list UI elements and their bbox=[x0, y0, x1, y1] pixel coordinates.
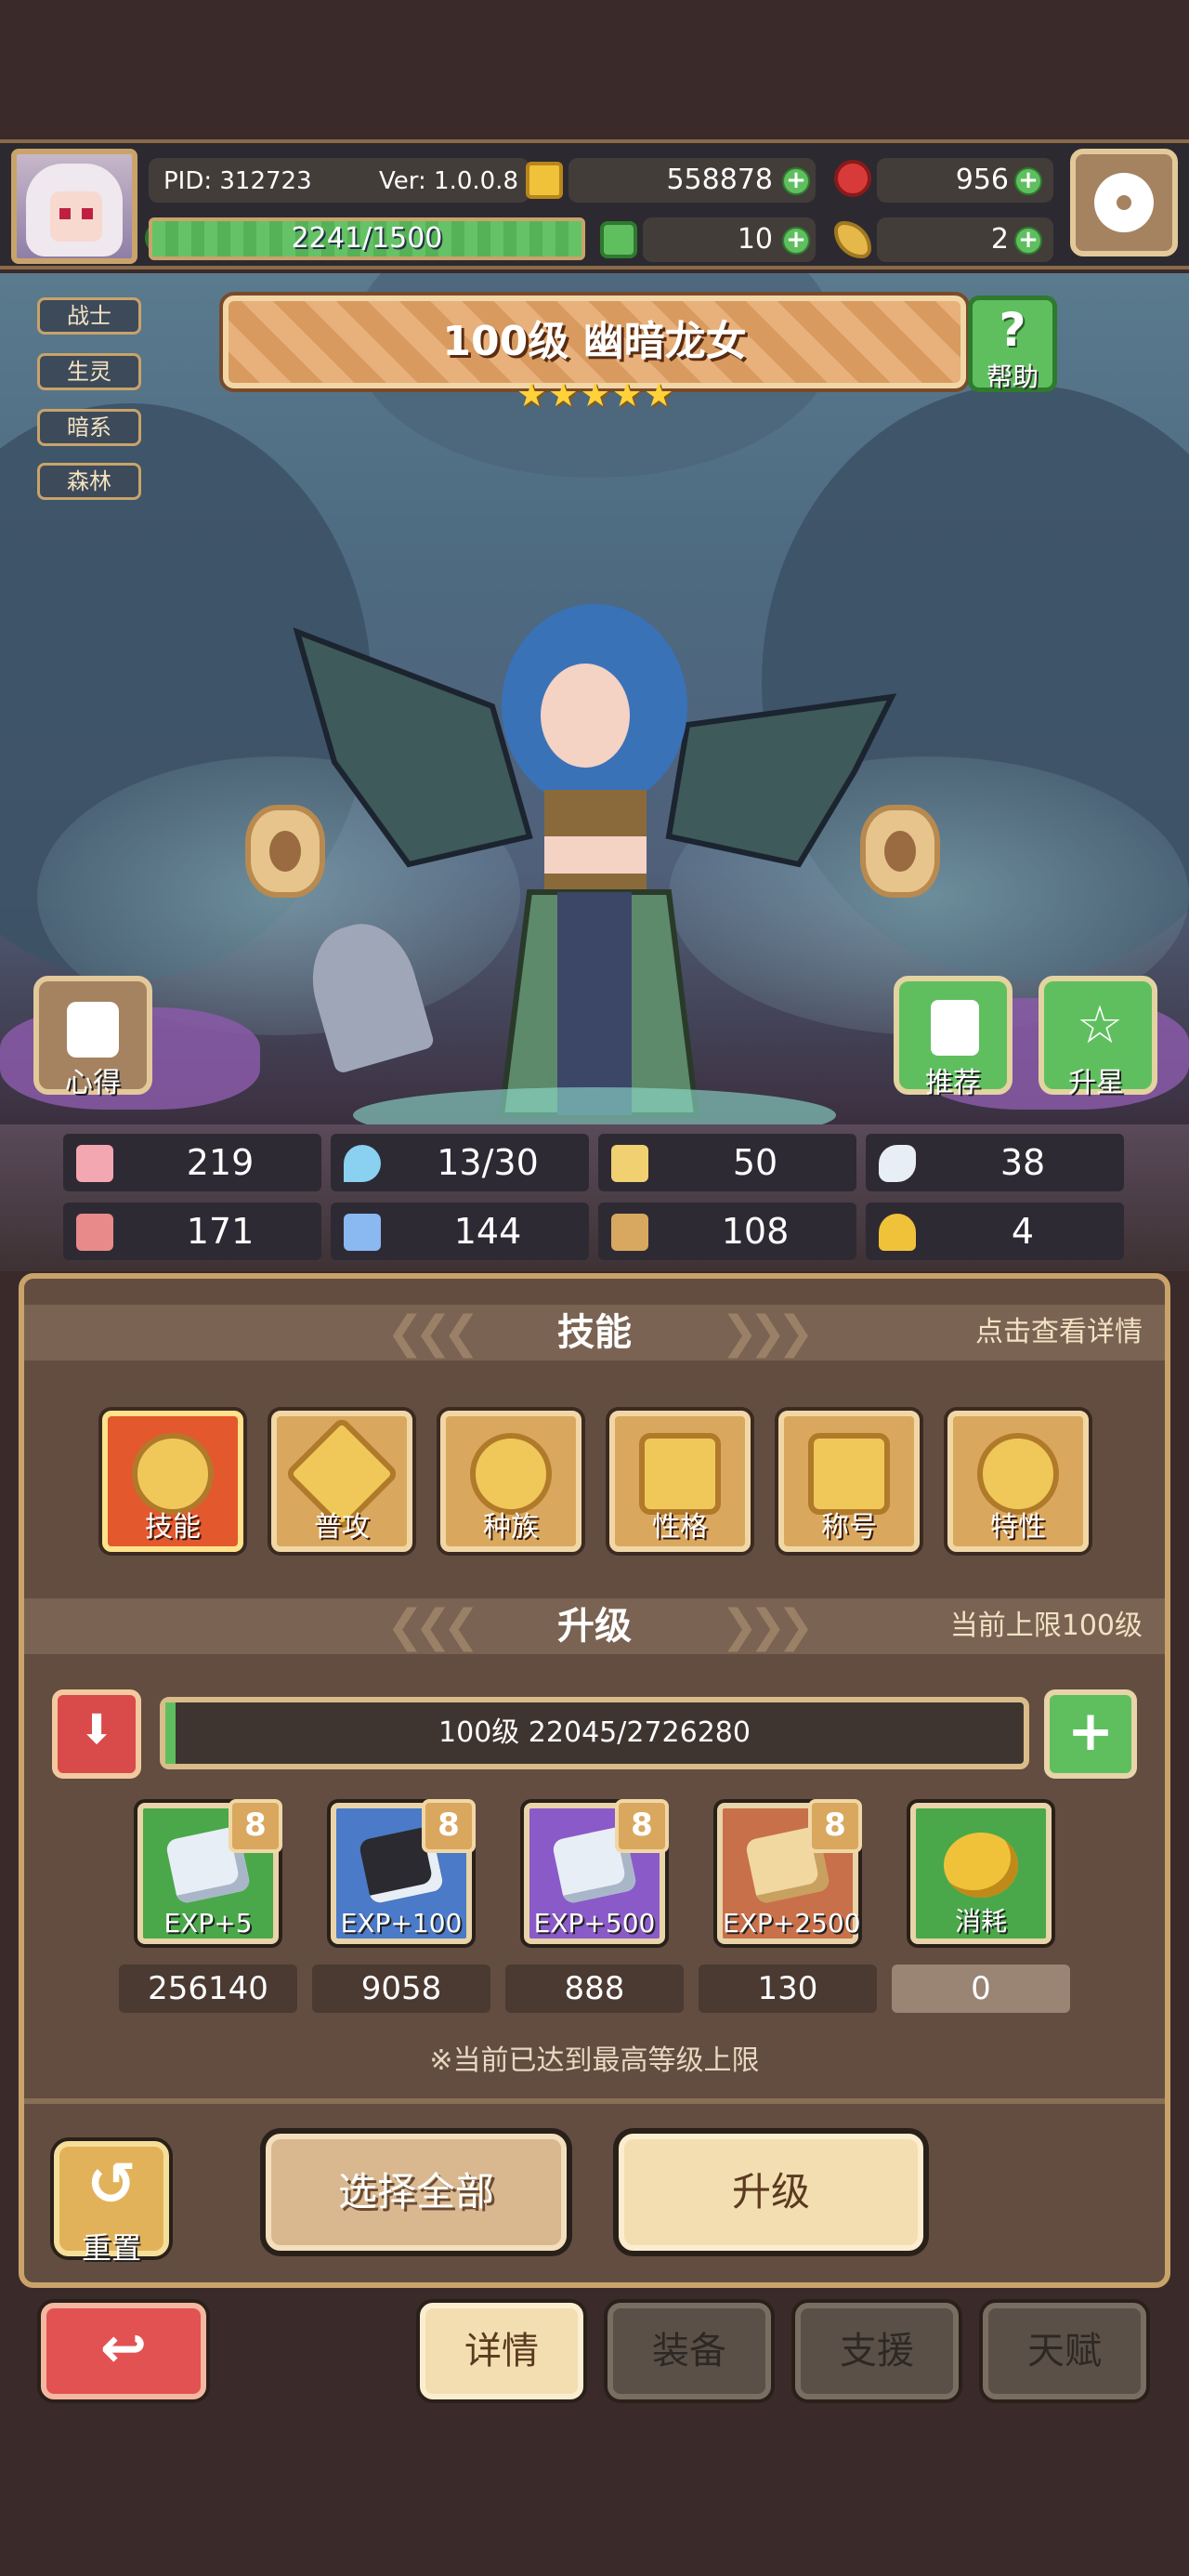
exp-item-huge-count: 130 bbox=[699, 1965, 877, 2013]
fish-amount: 2 bbox=[990, 223, 1009, 256]
settings-button[interactable] bbox=[1070, 149, 1178, 256]
star-icon: ☆ bbox=[1076, 995, 1124, 1056]
tab-equipment[interactable]: 装备 bbox=[608, 2303, 771, 2399]
select-all-button[interactable]: 选择全部 bbox=[266, 2134, 567, 2251]
gold-coin-icon bbox=[944, 1833, 1018, 1898]
hero-name: 100级 幽暗龙女 bbox=[442, 318, 747, 365]
tag-class: 战士 bbox=[37, 297, 141, 335]
exp-item-small[interactable]: EXP+5 bbox=[137, 1799, 282, 1944]
stat-luck: 4 bbox=[866, 1203, 1124, 1260]
add-gem-button[interactable]: + bbox=[1014, 167, 1042, 195]
skill-card-title[interactable]: 称号 bbox=[778, 1411, 920, 1552]
exp-item-large-count: 888 bbox=[505, 1965, 684, 2013]
exp-item-huge[interactable]: EXP+2500 bbox=[717, 1799, 862, 1944]
star-icon: ★ bbox=[516, 376, 547, 414]
level-cap-hint: 当前上限100级 bbox=[949, 1610, 1143, 1642]
upgrade-button[interactable]: 升级 bbox=[619, 2134, 923, 2251]
skills-section-hint[interactable]: 点击查看详情 bbox=[975, 1305, 1143, 1360]
add-fish-button[interactable]: + bbox=[1014, 227, 1042, 255]
player-avatar[interactable] bbox=[11, 149, 137, 264]
ruby-icon bbox=[834, 160, 871, 197]
star-icon: ★ bbox=[580, 376, 610, 414]
exp-item-medium-count: 9058 bbox=[312, 1965, 490, 2013]
player-id: PID: 312723 bbox=[163, 167, 312, 195]
game-version: Ver: 1.0.0.8 bbox=[379, 167, 518, 195]
exp-item-medium[interactable]: EXP+100 bbox=[331, 1799, 476, 1944]
player-exp-text: 2241/1500 bbox=[291, 222, 443, 255]
fist-icon bbox=[76, 1214, 113, 1251]
add-clover-button[interactable]: + bbox=[782, 227, 810, 255]
shield-icon bbox=[611, 1145, 648, 1182]
tag-element: 暗系 bbox=[37, 409, 141, 446]
horseshoe-icon bbox=[879, 1214, 916, 1251]
water-drop-icon bbox=[344, 1145, 381, 1182]
level-exp-bar: 100级 22045/2726280 bbox=[160, 1697, 1029, 1769]
level-up-button[interactable] bbox=[1044, 1689, 1137, 1779]
skill-card-trait[interactable]: 特性 bbox=[947, 1411, 1089, 1552]
stairs-icon bbox=[611, 1214, 648, 1251]
tab-details[interactable]: 详情 bbox=[420, 2303, 583, 2399]
tab-support[interactable]: 支援 bbox=[795, 2303, 959, 2399]
pot-icon bbox=[67, 1002, 119, 1058]
dragon-girl-sprite bbox=[293, 604, 897, 1134]
tag-habitat: 森林 bbox=[37, 463, 141, 500]
add-gold-button[interactable]: + bbox=[782, 167, 810, 195]
tag-race: 生灵 bbox=[37, 353, 141, 390]
question-icon: ? bbox=[999, 303, 1026, 357]
stat-mana: 13/30 bbox=[331, 1134, 589, 1191]
skill-card-race[interactable]: 种族 bbox=[440, 1411, 581, 1552]
skill-card-skill[interactable]: 技能 bbox=[102, 1411, 243, 1552]
prev-hero-button[interactable] bbox=[245, 805, 325, 898]
next-hero-button[interactable] bbox=[860, 805, 940, 898]
hero-star-rating: ★ ★ ★ ★ ★ bbox=[516, 377, 674, 414]
stat-attack: 171 bbox=[63, 1203, 321, 1260]
heart-icon bbox=[76, 1145, 113, 1182]
tab-talent[interactable]: 天赋 bbox=[983, 2303, 1146, 2399]
clover-icon bbox=[600, 221, 637, 258]
star-icon: ★ bbox=[548, 376, 579, 414]
exp-item-large[interactable]: EXP+500 bbox=[524, 1799, 669, 1944]
thumbs-up-icon bbox=[931, 1000, 979, 1056]
stat-magic: 144 bbox=[331, 1203, 589, 1260]
wing-icon bbox=[879, 1145, 916, 1182]
gear-icon bbox=[1100, 178, 1148, 227]
gold-amount: 558878 bbox=[666, 164, 773, 196]
level-down-button[interactable] bbox=[52, 1689, 141, 1779]
reset-label: 重置 bbox=[81, 2230, 141, 2266]
max-level-note: ※当前已达到最高等级上限 bbox=[429, 2044, 760, 2077]
divider bbox=[24, 2098, 1165, 2104]
stat-defense: 50 bbox=[598, 1134, 856, 1191]
star-up-label: 升星 bbox=[1068, 1067, 1124, 1099]
skill-card-personality[interactable]: 性格 bbox=[609, 1411, 751, 1552]
hero-stats: 219 13/30 50 38 171 144 108 4 bbox=[0, 1124, 1189, 1271]
gem-amount: 956 bbox=[955, 164, 1009, 196]
skill-card-basic-attack[interactable]: 普攻 bbox=[271, 1411, 412, 1552]
back-button[interactable] bbox=[41, 2303, 206, 2399]
star-icon: ★ bbox=[611, 376, 643, 414]
cost-amount: 0 bbox=[892, 1965, 1070, 2013]
cost-coin-card: 消耗 bbox=[910, 1803, 1052, 1944]
stat-resist: 108 bbox=[598, 1203, 856, 1260]
stat-hp: 219 bbox=[63, 1134, 321, 1191]
hero-title-banner: 100级 幽暗龙女 bbox=[223, 296, 966, 388]
level-exp-text: 100级 22045/2726280 bbox=[438, 1716, 751, 1749]
book-icon bbox=[344, 1214, 381, 1251]
star-icon: ★ bbox=[644, 376, 674, 414]
insight-label: 心得 bbox=[65, 1067, 121, 1099]
stat-speed: 38 bbox=[866, 1134, 1124, 1191]
clover-amount: 10 bbox=[737, 223, 773, 256]
player-exp-bar: 2241/1500 bbox=[149, 217, 585, 260]
exp-item-small-count: 256140 bbox=[119, 1965, 297, 2013]
gold-coin-icon bbox=[526, 162, 563, 199]
help-label: 帮助 bbox=[986, 361, 1039, 392]
recommend-label: 推荐 bbox=[925, 1067, 981, 1099]
